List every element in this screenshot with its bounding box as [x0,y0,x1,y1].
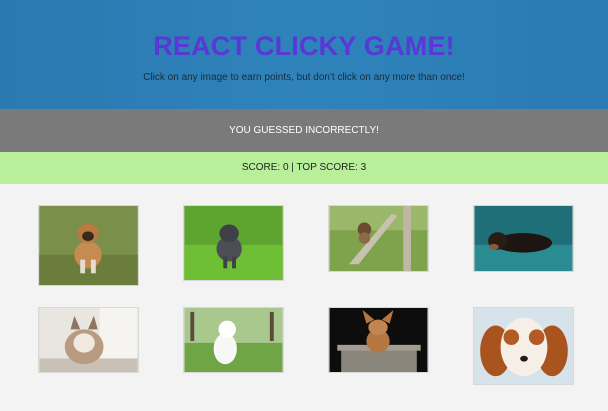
puppy-image [39,308,138,372]
image-card-tree-puppy[interactable] [328,205,429,272]
image-card-dog-on-teal[interactable] [473,205,574,272]
puppy-image [39,206,138,285]
puppy-image [474,206,573,271]
puppy-image [329,308,428,372]
puppy-image [474,308,573,384]
image-card-white-spitz[interactable] [183,307,284,373]
header: REACT CLICKY GAME! Click on any image to… [0,0,608,109]
image-card-husky-puppy[interactable] [38,307,139,373]
image-card-cavalier-spaniel[interactable] [473,307,574,385]
page-title: REACT CLICKY GAME! [153,31,455,61]
score-text: SCORE: 0 | TOP SCORE: 3 [241,162,367,173]
status-bar: YOU GUESSED INCORRECTLY! [0,109,608,152]
puppy-image [184,206,283,280]
image-card-gray-puppy[interactable] [183,205,284,281]
image-card-puppy-boxer[interactable] [38,205,139,286]
puppy-image [329,206,428,271]
puppy-image [184,308,283,372]
page-subtitle: Click on any image to earn points, but d… [143,72,465,83]
image-card-chihuahua[interactable] [328,307,429,373]
score-bar: SCORE: 0 | TOP SCORE: 3 [0,152,608,184]
status-message: YOU GUESSED INCORRECTLY! [229,125,379,136]
